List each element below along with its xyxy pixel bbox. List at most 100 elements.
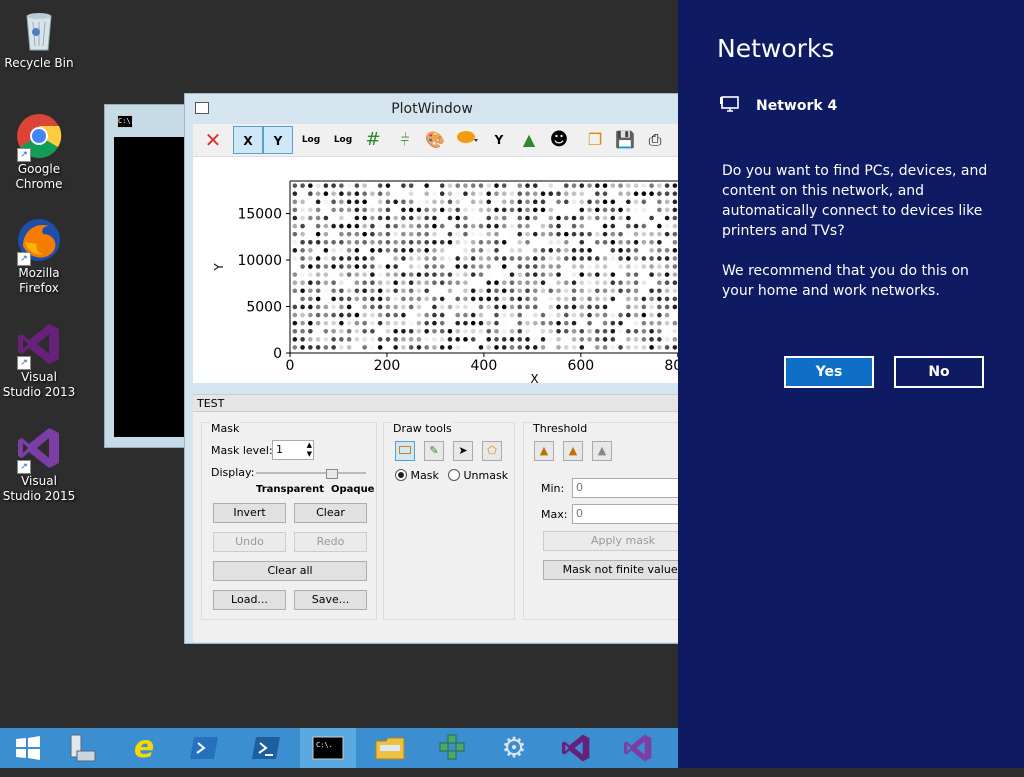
start-button[interactable]: [0, 728, 56, 768]
desktop-icon-google-chrome[interactable]: ↗ Google Chrome: [2, 112, 76, 192]
data-point: [455, 272, 461, 277]
data-point: [579, 215, 585, 221]
display-slider[interactable]: [256, 469, 366, 479]
mask-not-finite-button[interactable]: Mask not finite values: [543, 560, 679, 580]
data-point: [641, 207, 647, 213]
data-point: [416, 337, 422, 342]
visual-studio-2013-taskbar-icon[interactable]: [548, 728, 604, 768]
data-point: [587, 256, 592, 261]
data-point: [579, 207, 585, 213]
y-axis-dropdown[interactable]: Y: [485, 126, 513, 154]
clear-all-button[interactable]: Clear all: [213, 561, 367, 581]
shortcut-arrow-icon: ↗: [17, 356, 31, 370]
data-point: [424, 231, 429, 237]
data-point: [525, 296, 530, 302]
data-point: [626, 231, 631, 237]
data-point: [610, 199, 616, 205]
copy-icon[interactable]: ❐: [581, 126, 609, 154]
colormap-icon[interactable]: 🎨: [421, 126, 449, 154]
internet-explorer-icon[interactable]: e: [116, 728, 172, 768]
mask-level-spinbox[interactable]: 1 ▲ ▼: [272, 440, 314, 460]
server-manager-icon[interactable]: [54, 728, 110, 768]
powershell-ise-icon[interactable]: [238, 728, 294, 768]
x-log-button[interactable]: Log: [297, 126, 325, 154]
threshold-below-icon[interactable]: ▲: [563, 441, 583, 461]
mask-radio[interactable]: Mask: [395, 469, 439, 482]
data-point: [370, 207, 375, 213]
data-point: [370, 328, 375, 334]
profile-icon[interactable]: ▲: [515, 126, 543, 154]
pointer-tool-icon[interactable]: ➤: [453, 441, 473, 461]
desktop-icon-visual-studio-2015[interactable]: ↗ Visual Studio 2015: [2, 424, 76, 504]
data-point: [548, 328, 554, 334]
data-point: [315, 183, 321, 188]
aspect-ratio-icon[interactable]: [453, 126, 481, 154]
load-button[interactable]: Load...: [213, 590, 286, 610]
x-autoscale-button[interactable]: X: [233, 126, 263, 154]
scatter-chart[interactable]: 0 200 400 600 800 0 5000 10000 15000 Y X: [193, 157, 679, 386]
yes-button[interactable]: Yes: [784, 356, 874, 388]
no-button[interactable]: No: [894, 356, 984, 388]
plot-window-titlebar[interactable]: PlotWindow: [185, 94, 679, 124]
component-services-icon[interactable]: [424, 728, 480, 768]
threshold-above-icon[interactable]: ▲: [592, 441, 612, 461]
spin-arrows-icon[interactable]: ▲ ▼: [307, 441, 312, 459]
data-point: [587, 304, 592, 310]
desktop-icon-recycle-bin[interactable]: Recycle Bin: [2, 6, 76, 71]
data-point: [354, 320, 360, 326]
x-autoscale-label: X: [243, 134, 253, 148]
data-point: [595, 328, 600, 334]
save-button[interactable]: Save...: [294, 590, 367, 610]
data-point: [463, 207, 468, 213]
reset-zoom-icon[interactable]: ✕: [199, 126, 227, 154]
unmask-radio[interactable]: Unmask: [448, 469, 508, 482]
console-titlebar[interactable]: C:\.: [105, 105, 195, 133]
y-log-button[interactable]: Log: [329, 126, 357, 154]
data-point: [618, 337, 623, 342]
console-screen[interactable]: [114, 137, 195, 437]
desktop-icon-mozilla-firefox[interactable]: ↗ Mozilla Firefox: [2, 216, 76, 296]
data-point: [517, 215, 523, 221]
powershell-icon[interactable]: [176, 728, 232, 768]
networks-title: Networks: [717, 34, 835, 63]
data-point: [292, 320, 298, 326]
desktop-icon-visual-studio-2013[interactable]: ↗ Visual Studio 2013: [2, 320, 76, 400]
plot-window[interactable]: PlotWindow ✕ X Y Log Log # ⫩ 🎨 Y ▲ ☻ ❐ 💾…: [184, 93, 680, 644]
max-input[interactable]: 0: [572, 504, 679, 524]
data-point: [626, 183, 631, 188]
file-explorer-icon[interactable]: [362, 728, 418, 768]
save-icon[interactable]: 💾: [611, 126, 639, 154]
data-point: [346, 199, 352, 205]
mask-face-icon[interactable]: ☻: [545, 126, 573, 154]
data-point: [478, 239, 484, 245]
data-point: [331, 280, 336, 286]
redo-button[interactable]: Redo: [294, 532, 367, 552]
x-tick-label: 400: [471, 358, 498, 374]
settings-gear-icon[interactable]: ⚙: [486, 728, 542, 768]
pencil-tool-icon[interactable]: ✎: [424, 441, 444, 461]
display-slider-handle[interactable]: [326, 469, 338, 479]
data-point: [595, 207, 600, 213]
data-point: [509, 199, 515, 205]
clear-button[interactable]: Clear: [294, 503, 367, 523]
grid-icon[interactable]: #: [359, 126, 387, 154]
polygon-tool-icon[interactable]: ⬠: [482, 441, 502, 461]
visual-studio-2015-taskbar-icon[interactable]: [610, 728, 666, 768]
command-prompt-icon[interactable]: C:\.: [300, 728, 356, 768]
rectangle-tool-icon[interactable]: [395, 441, 415, 461]
console-window[interactable]: C:\.: [104, 104, 196, 448]
data-point: [377, 183, 383, 188]
threshold-between-icon[interactable]: ▲: [534, 441, 554, 461]
invert-button[interactable]: Invert: [213, 503, 286, 523]
apply-mask-button[interactable]: Apply mask: [543, 531, 679, 551]
min-input[interactable]: 0: [572, 478, 679, 498]
data-point: [377, 215, 383, 221]
undo-button[interactable]: Undo: [213, 532, 286, 552]
curve-style-icon[interactable]: ⫩: [391, 126, 419, 154]
plot-area[interactable]: 0 200 400 600 800 0 5000 10000 15000 Y X: [193, 157, 679, 386]
data-point: [548, 207, 554, 213]
data-point: [447, 256, 453, 261]
y-autoscale-button[interactable]: Y: [263, 126, 293, 154]
print-icon[interactable]: ⎙: [641, 126, 669, 154]
data-point: [401, 304, 406, 310]
